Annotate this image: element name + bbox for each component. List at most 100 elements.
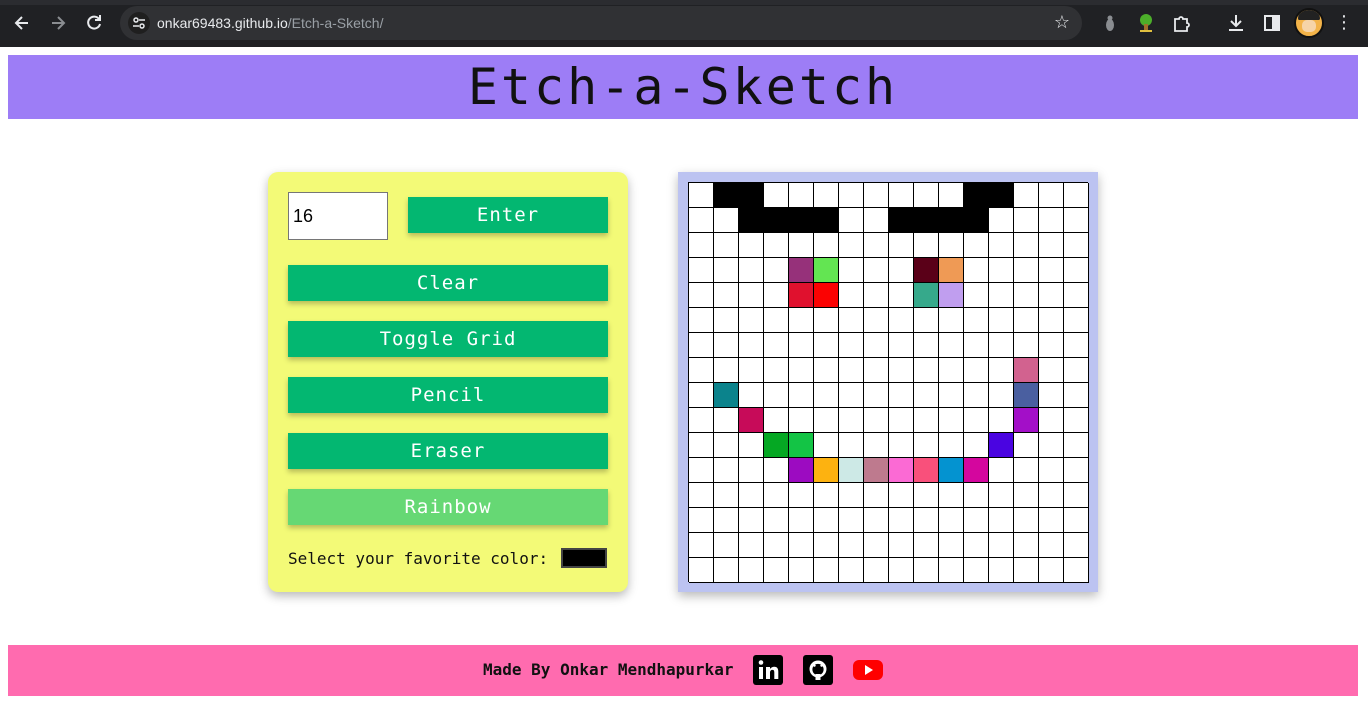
grid-cell[interactable] <box>764 258 789 283</box>
grid-cell[interactable] <box>889 408 914 433</box>
grid-cell[interactable] <box>689 333 714 358</box>
grid-cell[interactable] <box>989 358 1014 383</box>
grid-cell[interactable] <box>964 483 989 508</box>
grid-cell[interactable] <box>689 408 714 433</box>
grid-cell[interactable] <box>964 233 989 258</box>
grid-cell[interactable] <box>864 508 889 533</box>
grid-cell[interactable] <box>689 458 714 483</box>
side-panel-icon[interactable] <box>1261 12 1283 34</box>
grid-cell[interactable] <box>839 358 864 383</box>
grid-cell[interactable] <box>1039 258 1064 283</box>
grid-cell[interactable] <box>714 533 739 558</box>
grid-cell[interactable] <box>739 533 764 558</box>
site-settings-icon[interactable] <box>128 12 150 34</box>
grid-cell[interactable] <box>939 508 964 533</box>
grid-cell[interactable] <box>1064 533 1089 558</box>
grid-cell[interactable] <box>939 483 964 508</box>
grid-cell[interactable] <box>814 433 839 458</box>
grid-cell[interactable] <box>714 283 739 308</box>
grid-cell[interactable] <box>814 183 839 208</box>
grid-cell[interactable] <box>1039 333 1064 358</box>
grid-cell[interactable] <box>889 283 914 308</box>
grid-cell[interactable] <box>964 508 989 533</box>
grid-cell[interactable] <box>1064 258 1089 283</box>
grid-cell[interactable] <box>939 458 964 483</box>
grid-cell[interactable] <box>714 333 739 358</box>
grid-cell[interactable] <box>989 208 1014 233</box>
grid-cell[interactable] <box>714 183 739 208</box>
grid-cell[interactable] <box>1014 333 1039 358</box>
grid-cell[interactable] <box>1064 183 1089 208</box>
grid-cell[interactable] <box>764 458 789 483</box>
grid-cell[interactable] <box>814 533 839 558</box>
grid-cell[interactable] <box>714 383 739 408</box>
grid-cell[interactable] <box>1064 458 1089 483</box>
grid-cell[interactable] <box>814 233 839 258</box>
grid-cell[interactable] <box>789 533 814 558</box>
grid-cell[interactable] <box>864 433 889 458</box>
grid-cell[interactable] <box>714 233 739 258</box>
grid-cell[interactable] <box>764 408 789 433</box>
grid-cell[interactable] <box>1014 433 1039 458</box>
extension-icon[interactable] <box>1099 12 1121 34</box>
grid-cell[interactable] <box>989 508 1014 533</box>
address-bar[interactable]: onkar69483.github.io/Etch-a-Sketch/ ☆ <box>120 6 1082 40</box>
enter-button[interactable]: Enter <box>408 197 608 233</box>
grid-cell[interactable] <box>814 358 839 383</box>
grid-cell[interactable] <box>1014 183 1039 208</box>
grid-cell[interactable] <box>1064 508 1089 533</box>
reload-icon[interactable] <box>83 12 105 34</box>
grid-cell[interactable] <box>839 408 864 433</box>
grid-cell[interactable] <box>1014 483 1039 508</box>
grid-cell[interactable] <box>739 233 764 258</box>
grid-cell[interactable] <box>689 283 714 308</box>
grid-cell[interactable] <box>1039 283 1064 308</box>
grid-cell[interactable] <box>964 383 989 408</box>
extensions-puzzle-icon[interactable] <box>1171 12 1193 34</box>
grid-cell[interactable] <box>1039 458 1064 483</box>
grid-cell[interactable] <box>889 333 914 358</box>
pencil-button[interactable]: Pencil <box>288 377 608 413</box>
grid-cell[interactable] <box>689 433 714 458</box>
grid-cell[interactable] <box>789 258 814 283</box>
grid-cell[interactable] <box>739 383 764 408</box>
grid-cell[interactable] <box>1064 208 1089 233</box>
grid-cell[interactable] <box>1014 283 1039 308</box>
grid-cell[interactable] <box>839 483 864 508</box>
grid-cell[interactable] <box>764 533 789 558</box>
grid-cell[interactable] <box>914 508 939 533</box>
youtube-icon[interactable] <box>853 655 883 685</box>
grid-cell[interactable] <box>814 383 839 408</box>
grid-cell[interactable] <box>864 558 889 583</box>
grid-cell[interactable] <box>764 508 789 533</box>
grid-cell[interactable] <box>864 408 889 433</box>
grid-cell[interactable] <box>1014 358 1039 383</box>
grid-cell[interactable] <box>1039 383 1064 408</box>
grid-cell[interactable] <box>1014 533 1039 558</box>
grid-cell[interactable] <box>789 358 814 383</box>
grid-cell[interactable] <box>789 558 814 583</box>
grid-cell[interactable] <box>939 333 964 358</box>
grid-cell[interactable] <box>814 483 839 508</box>
grid-cell[interactable] <box>739 258 764 283</box>
grid-cell[interactable] <box>789 308 814 333</box>
grid-cell[interactable] <box>889 508 914 533</box>
grid-cell[interactable] <box>764 358 789 383</box>
grid-cell[interactable] <box>864 233 889 258</box>
grid-cell[interactable] <box>764 308 789 333</box>
grid-cell[interactable] <box>764 483 789 508</box>
grid-cell[interactable] <box>939 308 964 333</box>
grid-cell[interactable] <box>839 558 864 583</box>
grid-cell[interactable] <box>839 433 864 458</box>
grid-cell[interactable] <box>989 458 1014 483</box>
download-icon[interactable] <box>1225 12 1247 34</box>
grid-cell[interactable] <box>739 358 764 383</box>
forward-arrow-icon[interactable] <box>47 12 69 34</box>
grid-cell[interactable] <box>789 233 814 258</box>
grid-cell[interactable] <box>1039 508 1064 533</box>
clear-button[interactable]: Clear <box>288 265 608 301</box>
grid-cell[interactable] <box>814 333 839 358</box>
grid-cell[interactable] <box>864 208 889 233</box>
grid-cell[interactable] <box>1064 558 1089 583</box>
grid-cell[interactable] <box>914 483 939 508</box>
